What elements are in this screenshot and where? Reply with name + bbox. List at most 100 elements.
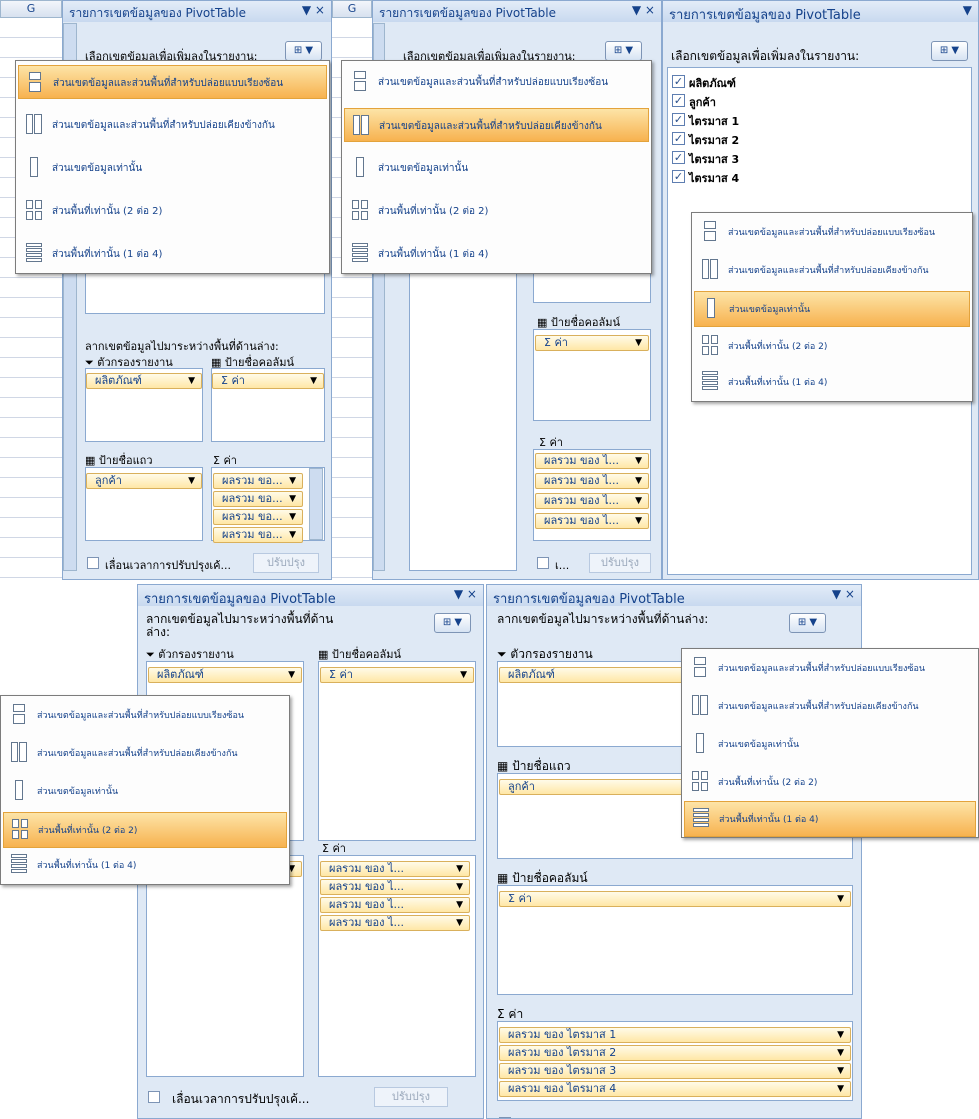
field-checkbox-q3[interactable]: ✓	[672, 151, 685, 164]
value-pill-2[interactable]: ผลรวม ของ ไ... ▼	[320, 879, 470, 895]
fields-only-icon	[11, 780, 27, 800]
field-label-q3: ไตรมาส 3	[689, 153, 740, 166]
field-checkbox-q1[interactable]: ✓	[672, 113, 685, 126]
values-scrollbar[interactable]	[309, 468, 323, 540]
menu-item-areas-1x4[interactable]: ส่วนพื้นที่เท่านั้น (1 ต่อ 4)	[3, 848, 287, 884]
chevron-down-icon[interactable]: ▼	[188, 374, 195, 388]
value-pill-q3[interactable]: ผลรวม ของ ไตรมาส 3 ▼	[499, 1063, 851, 1079]
menu-item-stacked[interactable]: ส่วนเขตข้อมูลและส่วนพื้นที่สำหรับปล่อยแบ…	[684, 651, 976, 687]
defer-update-label: เ...	[555, 559, 570, 572]
field-checkbox-q4[interactable]: ✓	[672, 170, 685, 183]
layout-button[interactable]: ⊞ ▼	[285, 41, 322, 61]
value-pill-3[interactable]: ผลรวม ขอ... ▼	[213, 509, 303, 525]
menu-item-areas-1x4[interactable]: ส่วนพื้นที่เท่านั้น (1 ต่อ 4)	[684, 801, 976, 837]
menu-item-areas-1x4[interactable]: ส่วนพื้นที่เท่านั้น (1 ต่อ 4)	[344, 237, 649, 271]
value-pill-4[interactable]: ผลรวม ขอ... ▼	[213, 527, 303, 543]
menu-item-fields-only[interactable]: ส่วนเขตข้อมูลเท่านั้น	[3, 774, 287, 810]
menu-item-fields-only[interactable]: ส่วนเขตข้อมูลเท่านั้น	[344, 151, 649, 185]
menu-item-areas-2x2[interactable]: ส่วนพื้นที่เท่านั้น (2 ต่อ 2)	[3, 812, 287, 848]
menu-item-areas-2x2[interactable]: ส่วนพื้นที่เท่านั้น (2 ต่อ 2)	[344, 194, 649, 228]
panel-controls[interactable]: ▼	[963, 3, 972, 17]
layout-button[interactable]: ⊞ ▼	[605, 41, 642, 61]
areas-2x2-icon	[692, 771, 708, 791]
layout-menu-3: ส่วนเขตข้อมูลและส่วนพื้นที่สำหรับปล่อยแบ…	[691, 212, 973, 402]
column-header-g[interactable]: G	[0, 0, 62, 18]
panel-controls[interactable]: ▼ ×	[832, 587, 855, 601]
field-list-box	[409, 271, 517, 571]
panel-controls[interactable]: ▼ ×	[454, 587, 477, 601]
row-labels-box[interactable]	[146, 855, 304, 1077]
menu-item-side-by-side[interactable]: ส่วนเขตข้อมูลและส่วนพื้นที่สำหรับปล่อยเค…	[3, 736, 287, 772]
value-pill-4[interactable]: ผลรวม ของ ไ... ▼	[535, 513, 649, 529]
value-pill-q4[interactable]: ผลรวม ของ ไตรมาส 4 ▼	[499, 1081, 851, 1097]
menu-item-stacked[interactable]: ส่วนเขตข้อมูลและส่วนพื้นที่สำหรับปล่อยแบ…	[3, 698, 287, 734]
menu-item-fields-only[interactable]: ส่วนเขตข้อมูลเท่านั้น	[694, 291, 970, 327]
value-pill-1[interactable]: ผลรวม ขอ... ▼	[213, 473, 303, 489]
fields-only-icon	[692, 733, 708, 753]
upper-area-box	[533, 271, 651, 303]
value-pill-3[interactable]: ผลรวม ของ ไ... ▼	[535, 493, 649, 509]
side-by-side-layout-icon	[353, 115, 369, 135]
areas-1x4-icon	[702, 371, 718, 391]
menu-item-fields-only[interactable]: ส่วนเขตข้อมูลเท่านั้น	[18, 151, 327, 185]
side-by-side-layout-icon	[26, 114, 42, 134]
column-pill-values[interactable]: Σ ค่า ▼	[212, 373, 324, 389]
filter-pill-product[interactable]: ผลิตภัณฑ์▼	[86, 373, 202, 389]
filter-pill-product[interactable]: ผลิตภัณฑ์▼	[148, 667, 302, 683]
menu-item-fields-only[interactable]: ส่วนเขตข้อมูลเท่านั้น	[684, 727, 976, 763]
panel-controls[interactable]: ▼ ×	[302, 3, 325, 17]
value-pill-3[interactable]: ผลรวม ของ ไ... ▼	[320, 897, 470, 913]
column-pill-values[interactable]: Σ ค่า ▼	[320, 667, 474, 683]
value-pill-1[interactable]: ผลรวม ของ ไ... ▼	[320, 861, 470, 877]
menu-item-areas-1x4[interactable]: ส่วนพื้นที่เท่านั้น (1 ต่อ 4)	[18, 237, 327, 271]
menu-item-areas-2x2[interactable]: ส่วนพื้นที่เท่านั้น (2 ต่อ 2)	[18, 194, 327, 228]
fields-only-icon	[703, 298, 719, 318]
side-by-side-layout-icon	[11, 742, 27, 762]
stacked-layout-icon	[27, 72, 43, 92]
menu-item-stacked[interactable]: ส่วนเขตข้อมูลและส่วนพื้นที่สำหรับปล่อยแบ…	[344, 65, 649, 99]
field-checkbox-customer[interactable]: ✓	[672, 94, 685, 107]
defer-update-label: เลื่อนเวลาการปรับปรุงเค้...	[105, 559, 231, 572]
side-by-side-layout-icon	[692, 695, 708, 715]
column-pill-values[interactable]: Σ ค่า ▼	[499, 891, 851, 907]
menu-item-areas-1x4[interactable]: ส่วนพื้นที่เท่านั้น (1 ต่อ 4)	[694, 365, 970, 401]
value-pill-2[interactable]: ผลรวม ขอ... ▼	[213, 491, 303, 507]
filter-icon: ⏷	[497, 647, 511, 661]
defer-update-checkbox[interactable]	[87, 557, 99, 569]
menu-item-areas-2x2[interactable]: ส่วนพื้นที่เท่านั้น (2 ต่อ 2)	[684, 765, 976, 801]
menu-item-side-by-side[interactable]: ส่วนเขตข้อมูลและส่วนพื้นที่สำหรับปล่อยเค…	[18, 108, 327, 142]
field-label-q2: ไตรมาส 2	[689, 134, 740, 147]
column-header-g[interactable]: G	[332, 0, 372, 18]
field-label-q1: ไตรมาส 1	[689, 115, 740, 128]
layout-button[interactable]: ⊞ ▼	[931, 41, 968, 61]
value-pill-4[interactable]: ผลรวม ของ ไ... ▼	[320, 915, 470, 931]
field-checkbox-product[interactable]: ✓	[672, 75, 685, 88]
update-button[interactable]: ปรับปรุง	[374, 1087, 448, 1107]
value-pill-2[interactable]: ผลรวม ของ ไ... ▼	[535, 473, 649, 489]
column-pill-values[interactable]: Σ ค่า ▼	[535, 335, 649, 351]
panel-controls[interactable]: ▼ ×	[632, 3, 655, 17]
layout-button[interactable]: ⊞ ▼	[434, 613, 471, 633]
row-pill-customer[interactable]: ลูกค้า▼	[86, 473, 202, 489]
menu-item-side-by-side[interactable]: ส่วนเขตข้อมูลและส่วนพื้นที่สำหรับปล่อยเค…	[694, 253, 970, 289]
update-button[interactable]: ปรับปรุง	[253, 553, 319, 573]
menu-item-side-by-side[interactable]: ส่วนเขตข้อมูลและส่วนพื้นที่สำหรับปล่อยเค…	[684, 689, 976, 725]
menu-item-areas-2x2[interactable]: ส่วนพื้นที่เท่านั้น (2 ต่อ 2)	[694, 329, 970, 365]
column-labels-box[interactable]	[318, 661, 476, 841]
defer-update-checkbox[interactable]	[537, 557, 549, 569]
fields-only-icon	[352, 157, 368, 177]
defer-update-checkbox[interactable]	[148, 1091, 160, 1103]
menu-item-side-by-side[interactable]: ส่วนเขตข้อมูลและส่วนพื้นที่สำหรับปล่อยเค…	[344, 108, 649, 142]
menu-item-stacked[interactable]: ส่วนเขตข้อมูลและส่วนพื้นที่สำหรับปล่อยแบ…	[18, 65, 327, 99]
value-pill-1[interactable]: ผลรวม ของ ไ... ▼	[535, 453, 649, 469]
layout-button[interactable]: ⊞ ▼	[789, 613, 826, 633]
layout-menu-5: ส่วนเขตข้อมูลและส่วนพื้นที่สำหรับปล่อยแบ…	[681, 648, 979, 838]
value-pill-q2[interactable]: ผลรวม ของ ไตรมาส 2 ▼	[499, 1045, 851, 1061]
value-pill-q1[interactable]: ผลรวม ของ ไตรมาส 1 ▼	[499, 1027, 851, 1043]
layout-menu-1: ส่วนเขตข้อมูลและส่วนพื้นที่สำหรับปล่อยแบ…	[15, 60, 330, 274]
menu-item-stacked[interactable]: ส่วนเขตข้อมูลและส่วนพื้นที่สำหรับปล่อยแบ…	[694, 215, 970, 251]
update-button[interactable]: ปรับปรุง	[589, 553, 651, 573]
defer-update-label: เลื่อนเวลาการปรับปรุงเค้...	[172, 1092, 310, 1106]
panel-title: รายการเขตข้อมูลของ PivotTable ▼ ×	[63, 1, 331, 22]
field-checkbox-q2[interactable]: ✓	[672, 132, 685, 145]
